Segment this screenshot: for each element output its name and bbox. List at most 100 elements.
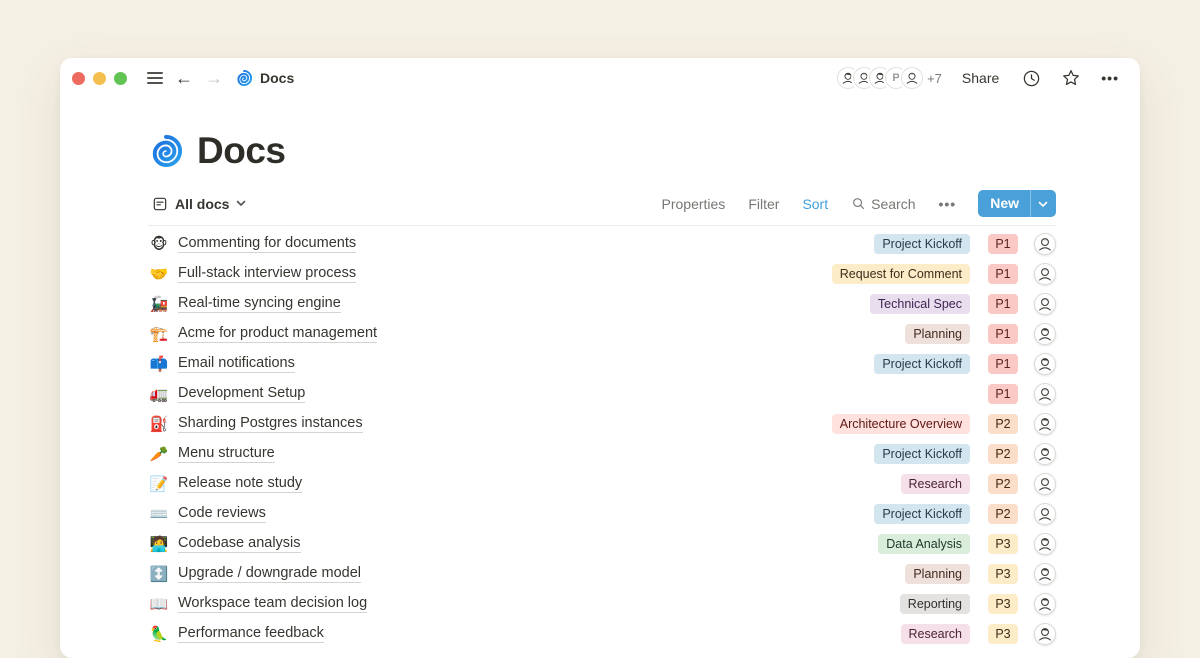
ellipsis-icon: ••• [1101, 70, 1119, 86]
priority-badge: P3 [988, 624, 1018, 644]
locomotive-icon: 🚂 [148, 297, 170, 312]
priority-badge: P3 [988, 564, 1018, 584]
priority-badge: P1 [988, 354, 1018, 374]
parrot-icon: 🦜 [148, 627, 170, 642]
doc-list: 🐵 Commenting for documents Project Kicko… [148, 229, 1056, 649]
zoom-window-button[interactable] [114, 72, 127, 85]
properties-button[interactable]: Properties [661, 194, 727, 214]
memo-icon: 📝 [148, 477, 170, 492]
priority-badge: P1 [988, 264, 1018, 284]
app-window: ← → Docs P +7 Shar [60, 58, 1140, 658]
doc-type-tag: Technical Spec [870, 294, 970, 314]
chevron-down-icon [236, 200, 246, 207]
traffic-lights [72, 72, 127, 85]
doc-row[interactable]: 🏗️ Acme for product management Planning … [148, 319, 1056, 349]
doc-row[interactable]: 🐵 Commenting for documents Project Kicko… [148, 229, 1056, 259]
owner-avatar [1034, 323, 1056, 345]
priority-badge: P1 [988, 324, 1018, 344]
history-button[interactable] [1019, 66, 1044, 91]
back-button[interactable]: ← [169, 65, 199, 91]
crane-icon: 🏗️ [148, 327, 170, 342]
new-button-label: New [978, 190, 1030, 217]
collaborator-overflow-count: +7 [927, 71, 942, 86]
doc-type-tag: Planning [905, 564, 970, 584]
doc-title-link[interactable]: Real-time syncing engine [178, 295, 341, 313]
doc-row[interactable]: ⌨️ Code reviews Project Kickoff P2 [148, 499, 1056, 529]
doc-title-link[interactable]: Performance feedback [178, 625, 324, 643]
search-icon [851, 196, 866, 211]
favorite-button[interactable] [1058, 65, 1084, 91]
doc-row[interactable]: 📖 Workspace team decision log Reporting … [148, 589, 1056, 619]
keyboard-icon: ⌨️ [148, 507, 170, 522]
doc-row[interactable]: 📝 Release note study Research P2 [148, 469, 1056, 499]
close-window-button[interactable] [72, 72, 85, 85]
owner-avatar [1034, 593, 1056, 615]
doc-row[interactable]: 🚂 Real-time syncing engine Technical Spe… [148, 289, 1056, 319]
technologist-icon: 🧑‍💻 [148, 537, 170, 552]
priority-badge: P1 [988, 384, 1018, 404]
doc-row[interactable]: 📫 Email notifications Project Kickoff P1 [148, 349, 1056, 379]
chevron-down-icon [1038, 201, 1048, 208]
page-header: Docs [148, 130, 1056, 172]
view-bar: All docs Properties Filter Sort Search •… [148, 190, 1056, 217]
priority-badge: P2 [988, 444, 1018, 464]
titlebar: ← → Docs P +7 Shar [60, 58, 1140, 98]
owner-avatar [1034, 473, 1056, 495]
doc-title-link[interactable]: Commenting for documents [178, 235, 356, 253]
doc-row[interactable]: 🥕 Menu structure Project Kickoff P2 [148, 439, 1056, 469]
new-doc-button[interactable]: New [978, 190, 1056, 217]
doc-row[interactable]: 🤝 Full-stack interview process Request f… [148, 259, 1056, 289]
new-options-toggle[interactable] [1031, 196, 1056, 212]
sidebar-menu-button[interactable] [141, 68, 169, 88]
doc-title-link[interactable]: Acme for product management [178, 325, 377, 343]
breadcrumb[interactable]: Docs [235, 69, 294, 87]
priority-badge: P2 [988, 414, 1018, 434]
doc-title-link[interactable]: Code reviews [178, 505, 266, 523]
more-options-button[interactable]: ••• [1098, 67, 1122, 89]
doc-row[interactable]: 🧑‍💻 Codebase analysis Data Analysis P3 [148, 529, 1056, 559]
share-button[interactable]: Share [956, 66, 1005, 90]
doc-title-link[interactable]: Development Setup [178, 385, 305, 403]
doc-type-tag: Planning [905, 324, 970, 344]
titlebar-doc-title: Docs [260, 70, 294, 86]
toolbar-more-button[interactable]: ••• [937, 194, 957, 214]
doc-type-tag: Research [901, 624, 971, 644]
doc-type-tag: Request for Comment [832, 264, 970, 284]
doc-row[interactable]: 🦜 Performance feedback Research P3 [148, 619, 1056, 649]
priority-badge: P1 [988, 234, 1018, 254]
doc-title-link[interactable]: Sharding Postgres instances [178, 415, 363, 433]
sort-button[interactable]: Sort [801, 194, 829, 214]
doc-type-tag: Project Kickoff [874, 504, 970, 524]
doc-type-tag: Project Kickoff [874, 444, 970, 464]
truck-icon: 🚛 [148, 387, 170, 402]
doc-title-link[interactable]: Workspace team decision log [178, 595, 367, 613]
minimize-window-button[interactable] [93, 72, 106, 85]
handshake-icon: 🤝 [148, 267, 170, 282]
doc-row[interactable]: ⛽ Sharding Postgres instances Architectu… [148, 409, 1056, 439]
owner-avatar [1034, 383, 1056, 405]
mailbox-icon: 📫 [148, 357, 170, 372]
doc-title-link[interactable]: Menu structure [178, 445, 275, 463]
filter-button[interactable]: Filter [747, 194, 780, 214]
doc-row[interactable]: 🚛 Development Setup P1 [148, 379, 1056, 409]
doc-row[interactable]: ↕️ Upgrade / downgrade model Planning P3 [148, 559, 1056, 589]
search-button[interactable]: Search [850, 194, 916, 214]
page-title: Docs [197, 130, 285, 172]
collaborator-avatars[interactable]: P [837, 67, 923, 89]
doc-title-link[interactable]: Release note study [178, 475, 302, 493]
doc-title-link[interactable]: Upgrade / downgrade model [178, 565, 361, 583]
toolbar-divider [148, 225, 1056, 226]
priority-badge: P3 [988, 594, 1018, 614]
collaborator-face-avatar [901, 67, 923, 89]
doc-title-link[interactable]: Full-stack interview process [178, 265, 356, 283]
toolbar: Properties Filter Sort Search ••• New [661, 190, 1057, 217]
forward-button[interactable]: → [199, 65, 229, 91]
doc-type-tag: Architecture Overview [832, 414, 970, 434]
doc-type-tag: Project Kickoff [874, 354, 970, 374]
owner-avatar [1034, 413, 1056, 435]
doc-title-link[interactable]: Email notifications [178, 355, 295, 373]
doc-title-link[interactable]: Codebase analysis [178, 535, 301, 553]
owner-avatar [1034, 233, 1056, 255]
owner-avatar [1034, 533, 1056, 555]
view-selector[interactable]: All docs [148, 193, 250, 215]
